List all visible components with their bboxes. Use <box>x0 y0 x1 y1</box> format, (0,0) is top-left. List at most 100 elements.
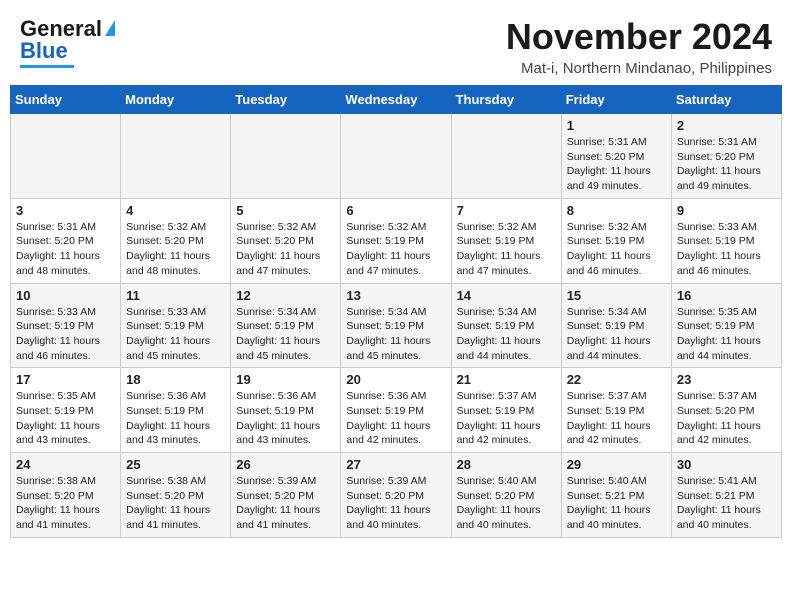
calendar-cell: 17Sunrise: 5:35 AM Sunset: 5:19 PM Dayli… <box>11 368 121 453</box>
calendar-week-row: 10 Sunrise: 5:33 AM Sunset: 5:19 PM Dayli… <box>11 283 782 368</box>
calendar-body: 1 Sunrise: 5:31 AM Sunset: 5:20 PM Daylig… <box>11 114 782 538</box>
day-number: 17 <box>16 372 115 387</box>
day-number: 20 <box>346 372 445 387</box>
calendar-cell: 15Sunrise: 5:34 AM Sunset: 5:19 PM Dayli… <box>561 283 671 368</box>
logo-blue: Blue <box>20 38 68 64</box>
calendar-cell: 20 Sunrise: 5:36 AM Sunset: 5:19 PM Dayli… <box>341 368 451 453</box>
calendar-cell: 3 Sunrise: 5:31 AM Sunset: 5:20 PM Daylig… <box>11 198 121 283</box>
day-info: Sunrise: 5:39 AM Sunset: 5:20 PM Dayligh… <box>236 474 335 533</box>
location-title: Mat-i, Northern Mindanao, Philippines <box>506 60 772 77</box>
day-number: 15 <box>567 288 666 303</box>
day-number: 19 <box>236 372 335 387</box>
calendar-cell: 8 Sunrise: 5:32 AM Sunset: 5:19 PM Daylig… <box>561 198 671 283</box>
day-info: Sunrise: 5:36 AM Sunset: 5:19 PM Dayligh… <box>126 389 225 448</box>
header-thursday: Thursday <box>451 86 561 114</box>
calendar-week-row: 1 Sunrise: 5:31 AM Sunset: 5:20 PM Daylig… <box>11 114 782 199</box>
calendar-cell: 11 Sunrise: 5:33 AM Sunset: 5:19 PM Dayli… <box>121 283 231 368</box>
day-number: 26 <box>236 457 335 472</box>
calendar-cell <box>341 114 451 199</box>
day-info: Sunrise: 5:31 AM Sunset: 5:20 PM Dayligh… <box>16 220 115 279</box>
calendar-cell: 14 Sunrise: 5:34 AM Sunset: 5:19 PM Dayli… <box>451 283 561 368</box>
calendar-cell: 16 Sunrise: 5:35 AM Sunset: 5:19 PM Dayli… <box>671 283 781 368</box>
day-number: 6 <box>346 203 445 218</box>
calendar-cell: 9 Sunrise: 5:33 AM Sunset: 5:19 PM Daylig… <box>671 198 781 283</box>
day-number: 7 <box>457 203 556 218</box>
day-number: 30 <box>677 457 776 472</box>
calendar-container: Sunday Monday Tuesday Wednesday Thursday… <box>0 85 792 548</box>
calendar-cell: 5 Sunrise: 5:32 AM Sunset: 5:20 PM Daylig… <box>231 198 341 283</box>
header-monday: Monday <box>121 86 231 114</box>
header-wednesday: Wednesday <box>341 86 451 114</box>
day-info: Sunrise: 5:33 AM Sunset: 5:19 PM Dayligh… <box>16 305 115 364</box>
day-number: 27 <box>346 457 445 472</box>
calendar-cell: 28Sunrise: 5:40 AM Sunset: 5:20 PM Dayli… <box>451 453 561 538</box>
day-number: 25 <box>126 457 225 472</box>
calendar-cell: 29Sunrise: 5:40 AM Sunset: 5:21 PM Dayli… <box>561 453 671 538</box>
calendar-cell: 13Sunrise: 5:34 AM Sunset: 5:19 PM Dayli… <box>341 283 451 368</box>
day-number: 9 <box>677 203 776 218</box>
header-tuesday: Tuesday <box>231 86 341 114</box>
day-number: 3 <box>16 203 115 218</box>
calendar-cell: 23Sunrise: 5:37 AM Sunset: 5:20 PM Dayli… <box>671 368 781 453</box>
calendar-cell: 4Sunrise: 5:32 AM Sunset: 5:20 PM Daylig… <box>121 198 231 283</box>
calendar-cell: 12Sunrise: 5:34 AM Sunset: 5:19 PM Dayli… <box>231 283 341 368</box>
day-number: 11 <box>126 288 225 303</box>
calendar-cell: 10 Sunrise: 5:33 AM Sunset: 5:19 PM Dayli… <box>11 283 121 368</box>
day-info: Sunrise: 5:39 AM Sunset: 5:20 PM Dayligh… <box>346 474 445 533</box>
calendar-cell: 7 Sunrise: 5:32 AM Sunset: 5:19 PM Daylig… <box>451 198 561 283</box>
calendar-table: Sunday Monday Tuesday Wednesday Thursday… <box>10 85 782 538</box>
calendar-week-row: 17Sunrise: 5:35 AM Sunset: 5:19 PM Dayli… <box>11 368 782 453</box>
calendar-cell: 21 Sunrise: 5:37 AM Sunset: 5:19 PM Dayli… <box>451 368 561 453</box>
day-number: 18 <box>126 372 225 387</box>
day-number: 8 <box>567 203 666 218</box>
day-info: Sunrise: 5:38 AM Sunset: 5:20 PM Dayligh… <box>126 474 225 533</box>
logo-triangle-icon <box>105 20 115 36</box>
header-sunday: Sunday <box>11 86 121 114</box>
day-info: Sunrise: 5:32 AM Sunset: 5:20 PM Dayligh… <box>236 220 335 279</box>
calendar-cell: 25 Sunrise: 5:38 AM Sunset: 5:20 PM Dayli… <box>121 453 231 538</box>
calendar-cell <box>11 114 121 199</box>
calendar-cell: 27 Sunrise: 5:39 AM Sunset: 5:20 PM Dayli… <box>341 453 451 538</box>
day-number: 2 <box>677 118 776 133</box>
calendar-cell <box>451 114 561 199</box>
day-info: Sunrise: 5:38 AM Sunset: 5:20 PM Dayligh… <box>16 474 115 533</box>
title-area: November 2024 Mat-i, Northern Mindanao, … <box>506 16 772 77</box>
day-number: 22 <box>567 372 666 387</box>
day-number: 14 <box>457 288 556 303</box>
calendar-cell: 30 Sunrise: 5:41 AM Sunset: 5:21 PM Dayli… <box>671 453 781 538</box>
day-number: 1 <box>567 118 666 133</box>
header-saturday: Saturday <box>671 86 781 114</box>
day-info: Sunrise: 5:32 AM Sunset: 5:19 PM Dayligh… <box>346 220 445 279</box>
day-number: 10 <box>16 288 115 303</box>
day-number: 28 <box>457 457 556 472</box>
calendar-week-row: 3 Sunrise: 5:31 AM Sunset: 5:20 PM Daylig… <box>11 198 782 283</box>
logo: General Blue <box>20 16 115 68</box>
day-info: Sunrise: 5:32 AM Sunset: 5:20 PM Dayligh… <box>126 220 225 279</box>
day-info: Sunrise: 5:31 AM Sunset: 5:20 PM Dayligh… <box>677 135 776 194</box>
day-number: 21 <box>457 372 556 387</box>
day-info: Sunrise: 5:35 AM Sunset: 5:19 PM Dayligh… <box>677 305 776 364</box>
calendar-cell: 26 Sunrise: 5:39 AM Sunset: 5:20 PM Dayli… <box>231 453 341 538</box>
day-info: Sunrise: 5:37 AM Sunset: 5:19 PM Dayligh… <box>567 389 666 448</box>
weekday-header-row: Sunday Monday Tuesday Wednesday Thursday… <box>11 86 782 114</box>
calendar-cell: 22 Sunrise: 5:37 AM Sunset: 5:19 PM Dayli… <box>561 368 671 453</box>
day-info: Sunrise: 5:34 AM Sunset: 5:19 PM Dayligh… <box>457 305 556 364</box>
day-number: 5 <box>236 203 335 218</box>
calendar-cell: 1Sunrise: 5:31 AM Sunset: 5:20 PM Daylig… <box>561 114 671 199</box>
day-info: Sunrise: 5:32 AM Sunset: 5:19 PM Dayligh… <box>457 220 556 279</box>
page-header: General Blue November 2024 Mat-i, Northe… <box>0 0 792 85</box>
day-info: Sunrise: 5:41 AM Sunset: 5:21 PM Dayligh… <box>677 474 776 533</box>
day-number: 13 <box>346 288 445 303</box>
day-info: Sunrise: 5:37 AM Sunset: 5:19 PM Dayligh… <box>457 389 556 448</box>
day-info: Sunrise: 5:32 AM Sunset: 5:19 PM Dayligh… <box>567 220 666 279</box>
calendar-cell: 6 Sunrise: 5:32 AM Sunset: 5:19 PM Daylig… <box>341 198 451 283</box>
day-info: Sunrise: 5:36 AM Sunset: 5:19 PM Dayligh… <box>346 389 445 448</box>
header-friday: Friday <box>561 86 671 114</box>
day-number: 24 <box>16 457 115 472</box>
calendar-week-row: 24 Sunrise: 5:38 AM Sunset: 5:20 PM Dayli… <box>11 453 782 538</box>
calendar-cell <box>121 114 231 199</box>
day-info: Sunrise: 5:33 AM Sunset: 5:19 PM Dayligh… <box>677 220 776 279</box>
day-info: Sunrise: 5:33 AM Sunset: 5:19 PM Dayligh… <box>126 305 225 364</box>
day-number: 16 <box>677 288 776 303</box>
day-number: 23 <box>677 372 776 387</box>
